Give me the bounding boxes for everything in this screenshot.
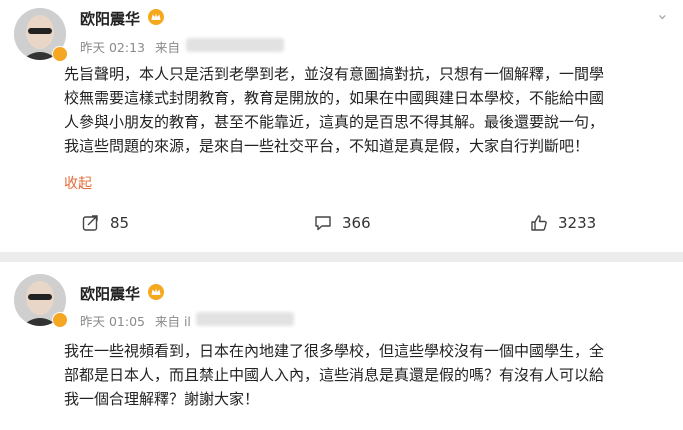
post-time: 昨天 01:05 — [80, 314, 145, 329]
body-line: 校無需要這樣式封閉教育，教育是開放的，如果在中國興建日本學校，不能給中國 — [64, 89, 605, 107]
repost-button[interactable]: 85 — [82, 208, 129, 238]
author-name[interactable]: 欧阳震华 — [80, 8, 140, 29]
post-meta: 昨天 02:13 来自 — [80, 37, 186, 56]
comment-button[interactable]: 366 — [314, 208, 371, 238]
repost-count: 85 — [110, 214, 130, 232]
blurred-source — [186, 38, 284, 52]
like-count: 3233 — [558, 214, 597, 232]
collapse-link[interactable]: 收起 — [64, 173, 92, 193]
action-bar: 85 366 3233 — [0, 208, 683, 238]
body-line: 我在一些視頻看到，日本在內地建了很多學校，但這些學校沒有一個中國學生，全 — [64, 342, 605, 360]
post-source: 来自 — [154, 40, 180, 55]
crown-icon — [148, 9, 164, 25]
crown-icon — [148, 284, 164, 300]
post-meta: 昨天 01:05 来自 il — [80, 311, 191, 330]
like-button[interactable]: 3233 — [530, 208, 596, 238]
author-name[interactable]: 欧阳震华 — [80, 283, 140, 304]
repost-icon — [82, 215, 98, 231]
post-body: 先旨聲明，本人只是活到老學到老，並沒有意圖搞對抗，只想有一個解釋，一間學 校無需… — [64, 62, 676, 158]
post-time: 昨天 02:13 — [80, 40, 145, 55]
thumbs-up-icon — [531, 215, 547, 231]
body-line: 人參與小朋友的教育，甚至不能靠近，這真的是百思不得其解。最後還要說一句， — [64, 113, 605, 131]
comment-count: 366 — [342, 214, 371, 232]
body-line: 先旨聲明，本人只是活到老學到老，並沒有意圖搞對抗，只想有一個解釋，一間學 — [64, 65, 605, 83]
post-body: 我在一些視頻看到，日本在內地建了很多學校，但這些學校沒有一個中國學生，全 部都是… — [64, 339, 676, 411]
chevron-down-icon[interactable]: ⌄ — [656, 4, 669, 23]
blurred-source — [196, 312, 294, 326]
post-source: 来自 il — [154, 314, 191, 329]
verified-badge-icon — [52, 46, 68, 62]
post-card: 欧阳震华 昨天 02:13 来自 ⌄ 先旨聲明，本人只是活到老學到老，並沒有意圖… — [0, 0, 683, 252]
body-line: 我一個合理解釋？謝謝大家！ — [64, 390, 260, 408]
body-line: 部都是日本人，而且禁止中國人入內，這些消息是真還是假的嗎？有沒有人可以給 — [64, 366, 605, 384]
body-line: 我這些問題的來源，是來自一些社交平台，不知道是真是假，大家自行判斷吧！ — [64, 137, 590, 155]
verified-badge-icon — [52, 312, 68, 328]
comment-icon — [315, 216, 331, 231]
